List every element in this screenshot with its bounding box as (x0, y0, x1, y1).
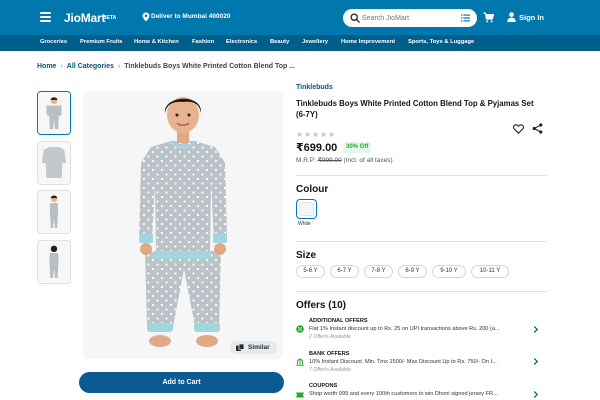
nav-item-groceries[interactable]: Groceries (40, 39, 67, 45)
size-option-6-7y[interactable]: 6-7 Y (330, 265, 359, 278)
thumbnail-side-view-image (38, 191, 70, 233)
search-bar[interactable] (343, 9, 477, 27)
location-pin-icon[interactable] (142, 12, 150, 22)
breadcrumb-current: Tinklebuds Boys White Printed Cotton Ble… (124, 63, 296, 70)
nav-item-electronics[interactable]: Electronics (226, 39, 257, 45)
breadcrumb-separator-icon: › (117, 63, 121, 70)
brand-link[interactable]: Tinklebuds (296, 84, 333, 91)
jiomart-logo[interactable]: JioMart (64, 11, 105, 25)
star-icon: ★ (304, 130, 312, 139)
coupon-icon (296, 392, 304, 398)
similar-products-button[interactable]: Similar (230, 341, 277, 354)
offer-title: BANK OFFERS (309, 351, 350, 357)
colour-heading: Colour (296, 184, 329, 195)
thumbnail-back-view-image (38, 241, 70, 283)
main-product-image[interactable] (83, 91, 283, 359)
cart-icon[interactable] (483, 12, 494, 23)
offer-count: 2 Offer/s Available (309, 334, 351, 340)
shopping-list-icon[interactable] (461, 14, 470, 22)
similar-icon (236, 344, 244, 351)
star-icon: ★ (296, 130, 304, 139)
offer-description[interactable]: 10% Instant Discount. Min. Trnx 1500/- M… (309, 359, 521, 365)
breadcrumb-home[interactable]: Home (37, 63, 56, 70)
product-thumbnail-4[interactable] (37, 240, 71, 284)
nav-item-fashion[interactable]: Fashion (192, 39, 214, 45)
section-divider (296, 175, 547, 176)
offers-heading: Offers (10) (296, 300, 347, 311)
offer-description[interactable]: Shop worth 999 and every 100th customers… (309, 391, 521, 397)
size-option-7-8y[interactable]: 7-8 Y (364, 265, 393, 278)
size-option-5-6y[interactable]: 5-6 Y (296, 265, 325, 278)
deliver-to-location[interactable]: Deliver to Mumbai 400020 (151, 13, 230, 20)
hamburger-menu-icon[interactable] (40, 12, 51, 22)
search-input[interactable] (362, 11, 452, 25)
discount-badge: 30% Off (343, 142, 372, 153)
colour-swatch-label: White (298, 221, 311, 227)
bank-icon (296, 358, 304, 366)
colour-swatch-white[interactable] (296, 199, 317, 219)
offer-count: 7 Offer/s Available (309, 367, 351, 373)
thumbnail-top-closeup-image (38, 142, 70, 184)
star-icon: ★ (328, 130, 336, 139)
nav-item-home-kitchen[interactable]: Home & Kitchen (134, 39, 179, 45)
section-divider (296, 241, 547, 242)
mrp-line: M.R.P: ₹999.00 (Incl. of all taxes) (296, 156, 393, 164)
nav-item-home-improvement[interactable]: Home Improvement (341, 39, 395, 45)
size-option-8-9y[interactable]: 8-9 Y (398, 265, 427, 278)
size-option-10-11y[interactable]: 10-11 Y (471, 265, 509, 278)
product-thumbnail-2[interactable] (37, 141, 71, 185)
offer-title: ADDITIONAL OFFERS (309, 318, 368, 324)
top-header: JioMart BETA Deliver to Mumbai 400020 Si… (0, 0, 600, 35)
breadcrumb-all-categories[interactable]: All Categories (67, 63, 114, 70)
chevron-right-icon[interactable] (533, 391, 539, 398)
product-thumbnail-3[interactable] (37, 190, 71, 234)
similar-label: Similar (248, 344, 270, 351)
product-thumbnail-1[interactable] (37, 91, 71, 135)
category-nav: Groceries Premium Fruits Home & Kitchen … (0, 35, 600, 51)
offer-description[interactable]: Flat 1% Instant discount up to Rs. 25 on… (309, 326, 521, 332)
chevron-right-icon[interactable] (533, 326, 539, 333)
share-icon[interactable] (532, 123, 543, 134)
breadcrumb: Home › All Categories › Tinklebuds Boys Whit… (37, 63, 295, 70)
nav-item-jewellery[interactable]: Jewellery (302, 39, 328, 45)
nav-item-sports-toys-luggage[interactable]: Sports, Toys & Luggage (408, 39, 474, 45)
mrp-value: ₹999.00 (317, 157, 342, 164)
rating-stars[interactable]: ★★★★★ (296, 124, 336, 142)
offer-title: COUPONS (309, 383, 338, 389)
logo-beta-badge: BETA (103, 15, 117, 21)
search-icon[interactable] (350, 13, 360, 23)
sign-in-link[interactable]: Sign In (519, 13, 544, 22)
nav-item-premium-fruits[interactable]: Premium Fruits (80, 39, 123, 45)
user-icon[interactable] (507, 12, 516, 22)
tax-note: (Incl. of all taxes) (343, 157, 393, 164)
breadcrumb-separator-icon: › (60, 63, 63, 70)
size-heading: Size (296, 250, 317, 261)
star-icon: ★ (320, 130, 328, 139)
mrp-label: M.R.P: (296, 157, 316, 164)
chevron-right-icon[interactable] (533, 358, 539, 365)
selling-price: ₹699.00 (296, 142, 338, 154)
nav-item-beauty[interactable]: Beauty (270, 39, 289, 45)
section-divider (296, 291, 547, 292)
add-to-cart-button[interactable]: Add to Cart (79, 372, 284, 393)
wishlist-heart-icon[interactable] (513, 124, 524, 134)
star-icon: ★ (312, 130, 320, 139)
percent-badge-icon (296, 325, 304, 333)
size-option-9-10y[interactable]: 9-10 Y (432, 265, 466, 278)
thumbnail-front-view-image (38, 92, 70, 134)
product-title: Tinklebuds Boys White Printed Cotton Ble… (296, 99, 534, 119)
product-photo-child-in-pyjama-set (83, 91, 283, 359)
